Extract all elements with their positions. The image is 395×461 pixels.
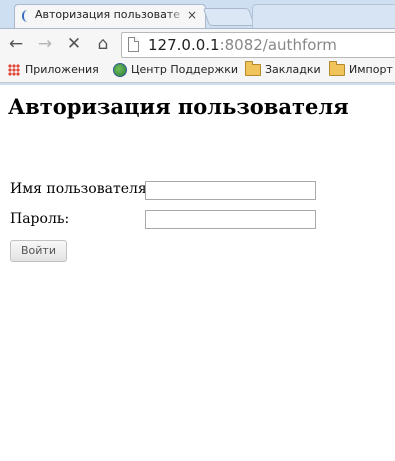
password-input[interactable] [145,210,316,229]
bookmark-import-label: Импорт [349,63,393,76]
tab-title-fade [167,7,187,25]
bookmarks-bar: Приложения Центр Поддержки Закладки Импо… [0,59,395,83]
apps-grid-icon [8,64,20,76]
url-path: :8082/authform [219,36,337,54]
browser-chrome: Авторизация пользовате × ← → ✕ ⌂ 127.0.0… [0,0,395,85]
folder-icon [245,61,261,76]
bookmark-support-label: Центр Поддержки [131,63,239,76]
login-button[interactable]: Войти [10,240,67,262]
toolbar: ← → ✕ ⌂ 127.0.0.1:8082/authform [0,28,395,60]
home-icon[interactable]: ⌂ [93,34,113,54]
bookmark-folder-label: Закладки [265,63,321,76]
close-tab-icon[interactable]: × [187,8,199,22]
page-content: Авторизация пользователя Имя пользовател… [0,85,395,461]
bookmark-apps-label: Приложения [25,63,99,76]
username-input[interactable] [145,181,316,200]
bookmark-apps[interactable]: Приложения [8,62,99,78]
tab-authform[interactable]: Авторизация пользовате × [14,4,206,29]
loading-spinner-icon [22,10,33,22]
forward-arrow-icon[interactable]: → [35,34,55,54]
tab-title: Авторизация пользовате [35,8,181,21]
address-bar[interactable]: 127.0.0.1:8082/authform [121,32,395,58]
new-tab-button[interactable] [202,8,256,26]
back-arrow-icon[interactable]: ← [6,34,26,54]
username-label: Имя пользователя: [10,181,152,197]
bookmark-support[interactable]: Центр Поддержки [113,62,238,78]
background-tab[interactable] [252,4,395,30]
globe-icon [113,63,127,77]
folder-icon [329,61,345,76]
bookmark-folder[interactable]: Закладки [245,61,321,78]
page-title: Авторизация пользователя [8,94,349,119]
password-label: Пароль: [10,211,70,227]
stop-loading-icon[interactable]: ✕ [64,34,84,54]
page-icon [128,37,139,52]
url-text[interactable]: 127.0.0.1:8082/authform [148,35,337,55]
bookmark-import[interactable]: Импорт [329,61,393,78]
url-host: 127.0.0.1 [148,36,220,54]
tab-strip: Авторизация пользовате × [0,0,395,30]
